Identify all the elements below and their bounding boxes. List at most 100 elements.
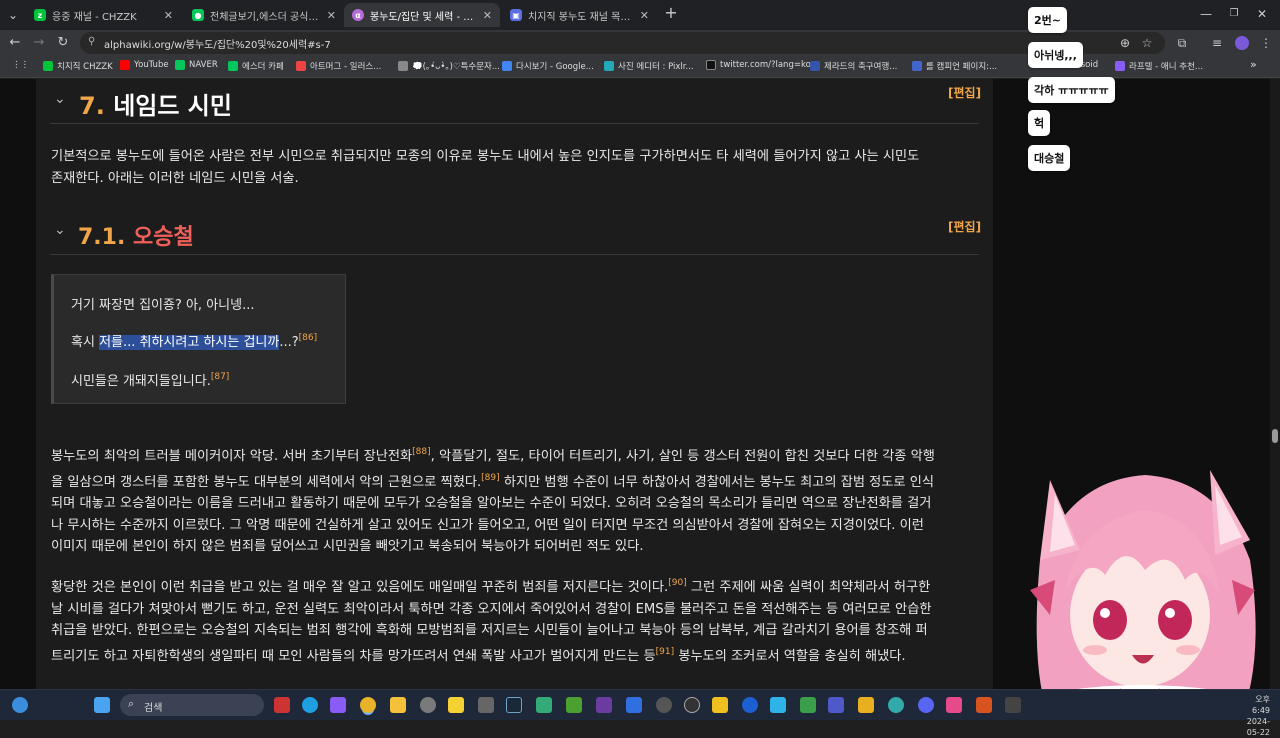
app-icon[interactable] [800, 697, 816, 713]
sticky-notes-icon[interactable] [448, 697, 464, 713]
windows-start-icon[interactable] [94, 697, 110, 713]
address-bar[interactable]: ⚲ alphawiki.org/w/봉누도/집단%20및%20세력#s-7 ⊕ … [80, 32, 1165, 54]
app-icon[interactable] [770, 697, 786, 713]
edit-link[interactable]: [편집] [948, 84, 981, 101]
bookmark-label: 💭(｡•́ᴗ•̀｡)♡특수문자... [412, 62, 500, 72]
app-icon[interactable] [626, 697, 642, 713]
discord-icon[interactable] [918, 697, 934, 713]
app-icon[interactable] [656, 697, 672, 713]
bookmark-label: 롤 캠피언 페이지:... [926, 62, 998, 72]
quote-box: 거기 짜장면 집이죵? 아, 아니넹... 혹시 저를... 취하시려고 하시는… [51, 274, 346, 404]
bookmark-star-icon[interactable]: ☆ [1137, 33, 1157, 53]
footnote-ref[interactable]: [88] [412, 447, 430, 457]
footnote-ref[interactable]: [87] [211, 372, 229, 382]
reload-icon[interactable]: ↻ [53, 33, 73, 53]
teams-icon[interactable] [828, 697, 844, 713]
tab-chzzk[interactable]: z 응중 재널 - CHZZK ✕ [26, 3, 181, 27]
app-icon[interactable] [858, 697, 874, 713]
bookmark-chzzk[interactable]: 치지직 CHZZK [43, 60, 113, 72]
bookmark-naver[interactable]: NAVER [175, 60, 218, 70]
pixlr-icon [604, 61, 614, 71]
widgets-icon[interactable] [12, 697, 28, 713]
4k-icon[interactable] [684, 697, 700, 713]
more-bookmarks-icon[interactable]: » [1250, 58, 1257, 71]
close-icon[interactable]: ✕ [483, 9, 492, 22]
footnote-ref[interactable]: [89] [481, 473, 499, 483]
bookmark-lol[interactable]: 롤 캠피언 페이지:... [912, 60, 997, 72]
chat-bubble: 대승철 [1028, 145, 1071, 171]
app-icon[interactable] [596, 697, 612, 713]
tab-search-icon[interactable]: ⌄ [4, 4, 22, 26]
bookmark-artmug[interactable]: 아트머그 - 일러스... [296, 60, 381, 72]
steam-icon[interactable] [506, 697, 522, 713]
close-icon[interactable]: ✕ [164, 9, 173, 22]
chzzk-icon [43, 61, 53, 71]
app-icon[interactable] [478, 697, 494, 713]
bookmark-esther-cafe[interactable]: 에스더 카페 [228, 60, 284, 72]
tab-channel-list[interactable]: ▣ 치지직 봉누도 재널 목록 | 업데 ✕ [502, 3, 657, 27]
menu-icon[interactable]: ⋮ [1256, 33, 1276, 53]
tab-alphawiki[interactable]: α 봉누도/집단 및 세력 - 알파위키 ✕ [344, 3, 500, 27]
zoom-icon[interactable]: ⊕ [1115, 33, 1135, 53]
app-icon[interactable] [946, 697, 962, 713]
minecraft-icon[interactable] [566, 697, 582, 713]
terminal-icon[interactable] [1005, 697, 1021, 713]
tab-cafe[interactable]: ● 전체글보기,에스더 공식 팬 카페 ✕ [184, 3, 344, 27]
file-explorer-icon[interactable] [390, 697, 406, 713]
bookmark-replay[interactable]: 다시보기 - Google... [502, 60, 594, 72]
app-icon[interactable] [976, 697, 992, 713]
collapse-chevron-icon[interactable]: ⌄ [54, 222, 66, 238]
bookmark-label: YouTube [134, 60, 169, 70]
bookmark-label: 라프텔 - 애니 추천... [1129, 62, 1204, 72]
bookmark-football[interactable]: 제라드의 축구여행... [810, 60, 897, 72]
bookmark-special-chars[interactable]: 💭(｡•́ᴗ•̀｡)♡특수문자... [398, 60, 500, 72]
restore-icon[interactable]: ❐ [1224, 3, 1244, 25]
forward-icon[interactable]: → [29, 33, 49, 53]
site-info-icon[interactable]: ⚲ [88, 36, 95, 47]
minimize-icon[interactable]: — [1196, 3, 1216, 25]
app-icon[interactable] [274, 697, 290, 713]
bookmark-laftel[interactable]: 라프텔 - 애니 추천... [1115, 60, 1203, 72]
bookmark-twitter[interactable]: twitter.com/?lang=ko [706, 60, 811, 70]
apps-icon[interactable]: ⋮⋮ [12, 60, 29, 70]
bookmark-label: NAVER [189, 60, 218, 70]
text-line: 트리기도 하고 자퇴한학생의 생일파티 때 모인 사람들의 차를 망가뜨려서 연… [51, 642, 986, 668]
extensions-icon[interactable]: ⧉ [1172, 33, 1192, 53]
google-icon [502, 61, 512, 71]
quote-line: 혹시 저를... 취하시려고 하시는 겁니까...?[86] [71, 331, 317, 350]
text-line: 존재한다. 아래는 이러한 네임드 시민을 서술. [51, 170, 299, 186]
address-url[interactable]: alphawiki.org/w/봉누도/집단%20및%20세력#s-7 [104, 36, 331, 51]
taskbar-search[interactable]: ⌕ 검색 [120, 694, 264, 716]
cafe-icon: ● [192, 9, 204, 21]
bookmark-pixlr[interactable]: 사진 에디터 : Pixlr... [604, 60, 694, 72]
close-icon[interactable]: ✕ [327, 9, 336, 22]
text-line: 봉누도의 최악의 트러블 메이커이자 악당. 서버 초기부터 장난전화[88],… [51, 442, 986, 468]
reading-list-icon[interactable]: ≡ [1207, 33, 1227, 53]
app-icon[interactable] [420, 697, 436, 713]
app-icon[interactable] [888, 697, 904, 713]
search-icon: ⌕ [128, 697, 135, 710]
quote-line: 거기 짜장면 집이죵? 아, 아니넹... [71, 298, 255, 313]
close-icon[interactable]: ✕ [640, 9, 649, 22]
profile-avatar[interactable] [1232, 33, 1252, 53]
app-icon[interactable] [742, 697, 758, 713]
new-tab-icon[interactable]: + [662, 2, 680, 24]
chrome-icon[interactable] [360, 697, 376, 713]
footnote-ref[interactable]: [86] [299, 333, 317, 343]
footnote-ref[interactable]: [90] [668, 578, 686, 588]
bookmark-label: 제라드의 축구여행... [824, 62, 898, 72]
edge-icon[interactable] [302, 697, 318, 713]
edit-link[interactable]: [편집] [948, 218, 981, 235]
footnote-ref[interactable]: [91] [656, 647, 674, 657]
back-icon[interactable]: ← [5, 33, 25, 53]
collapse-chevron-icon[interactable]: ⌄ [54, 91, 66, 107]
app-icon[interactable] [536, 697, 552, 713]
copilot-icon[interactable] [330, 697, 346, 713]
system-clock[interactable]: 오후 6:49 2024-05-22 [1240, 694, 1270, 738]
bookmark-youtube[interactable]: YouTube [120, 60, 169, 70]
section-number: 7.1. [78, 225, 126, 250]
text: 트리기도 하고 자퇴한학생의 생일파티 때 모인 사람들의 차를 망가뜨려서 연… [51, 648, 656, 664]
app-icon[interactable] [712, 697, 728, 713]
close-window-icon[interactable]: ✕ [1252, 3, 1272, 25]
clock-time: 오후 6:49 [1252, 695, 1270, 715]
